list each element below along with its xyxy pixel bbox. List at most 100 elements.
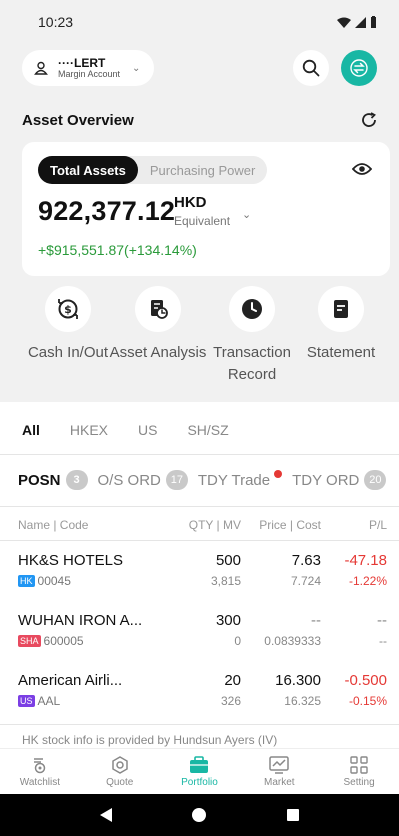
- quantity: 500: [215, 552, 241, 569]
- profit-loss-percent: -0.15%: [348, 694, 387, 708]
- market-tabs: All HKEX US SH/SZ: [22, 422, 229, 438]
- col-name-code: Name | Code: [18, 518, 89, 532]
- market-value: 0: [234, 634, 241, 648]
- market-value: 326: [220, 694, 241, 708]
- table-row[interactable]: American Airli... US AAL 20 326 16.300 1…: [0, 672, 399, 728]
- gain-value: +$915,551.87(+134.14%): [38, 242, 197, 258]
- stock-name: HK&S HOTELS: [18, 552, 124, 569]
- refresh-button[interactable]: [357, 108, 381, 132]
- equivalent-label: Equivalent: [174, 214, 231, 228]
- setting-icon: [349, 755, 369, 775]
- tab-purchasing-power[interactable]: Purchasing Power: [138, 156, 268, 184]
- asset-analysis-button[interactable]: Asset Analysis: [108, 286, 208, 364]
- stock-code: SHA 600005: [18, 634, 84, 648]
- col-pl: P/L: [368, 518, 387, 532]
- chevron-down-icon: ⌄: [132, 62, 141, 74]
- divider: [0, 454, 399, 455]
- asset-analysis-label: Asset Analysis: [109, 344, 207, 361]
- clock-icon: [229, 286, 275, 332]
- tab-sh-sz[interactable]: SH/SZ: [187, 422, 228, 438]
- currency-label[interactable]: HKD: [174, 194, 207, 211]
- nav-market[interactable]: Market: [239, 749, 319, 794]
- tab-us[interactable]: US: [138, 422, 157, 438]
- asset-card: Total Assets Purchasing Power 922,377.12…: [22, 142, 390, 276]
- profit-loss-percent: --: [379, 634, 387, 648]
- quantity: 300: [215, 612, 241, 629]
- tab-total-assets[interactable]: Total Assets: [38, 156, 138, 184]
- nav-portfolio[interactable]: Portfolio: [160, 749, 240, 794]
- account-info: ····LERT Margin Account: [58, 57, 120, 79]
- header: ····LERT Margin Account ⌄: [0, 44, 399, 92]
- tab-posn[interactable]: POSN 3: [18, 470, 88, 490]
- account-type: Margin Account: [58, 68, 121, 79]
- col-price-cost: Price | Cost: [259, 518, 321, 532]
- header-actions: [293, 50, 377, 86]
- visibility-toggle[interactable]: [351, 162, 373, 181]
- quote-icon: [110, 755, 130, 775]
- quick-actions: $ Cash In/Out Asset Analysis Transaction…: [0, 286, 399, 396]
- cost: 7.724: [290, 574, 321, 588]
- profit-loss-percent: -1.22%: [348, 574, 387, 588]
- svg-text:$: $: [64, 303, 72, 316]
- status-time: 10:23: [38, 14, 74, 30]
- home-icon[interactable]: [191, 807, 207, 823]
- user-icon: [34, 61, 48, 75]
- account-selector[interactable]: ····LERT Margin Account ⌄: [22, 50, 155, 86]
- nav-portfolio-label: Portfolio: [181, 777, 218, 788]
- search-button[interactable]: [293, 50, 329, 86]
- total-amount: 922,377.12: [38, 196, 176, 226]
- tab-tdy-trade-label: TDY Trade: [197, 471, 271, 489]
- table-row[interactable]: HK&S HOTELS HK 00045 500 3,815 7.63 7.72…: [0, 552, 399, 608]
- code-text: AAL: [37, 694, 61, 708]
- eye-icon: [351, 163, 373, 175]
- market-value: 3,815: [210, 574, 241, 588]
- code-text: 600005: [43, 634, 84, 648]
- price: --: [311, 612, 321, 629]
- nav-watchlist-label: Watchlist: [19, 777, 60, 788]
- os-ord-count-badge: 17: [165, 470, 188, 490]
- nav-quote-label: Quote: [106, 777, 134, 788]
- tab-posn-label: POSN: [18, 471, 61, 489]
- cost: 0.0839333: [264, 634, 321, 648]
- tab-hkex[interactable]: HKEX: [70, 422, 108, 438]
- tab-os-ord-label: O/S ORD: [97, 471, 161, 489]
- tab-tdy-ord-label: TDY ORD: [292, 471, 360, 489]
- recents-icon[interactable]: [286, 808, 300, 822]
- market-tag: SHA: [18, 635, 41, 647]
- document-icon: [318, 286, 364, 332]
- back-icon[interactable]: [99, 807, 113, 823]
- tab-all[interactable]: All: [22, 422, 40, 438]
- status-bar: 10:23: [0, 0, 399, 44]
- nav-setting[interactable]: Setting: [319, 749, 399, 794]
- account-name: ····LERT: [58, 55, 106, 70]
- divider: [0, 724, 399, 725]
- data-provider-notice: HK stock info is provided by Hundsun Aye…: [22, 733, 278, 747]
- divider: [0, 540, 399, 541]
- stock-name: American Airli...: [18, 672, 123, 689]
- market-tag: US: [18, 695, 35, 707]
- cash-in-out-button[interactable]: $ Cash In/Out: [18, 286, 118, 364]
- transaction-record-label: Transaction Record: [213, 344, 291, 383]
- price: 16.300: [275, 672, 321, 689]
- transaction-record-button[interactable]: Transaction Record: [202, 286, 302, 386]
- position-tabs: POSN 3 O/S ORD 17 TDY Trade TDY ORD 20: [18, 470, 396, 490]
- nav-watchlist[interactable]: Watchlist: [0, 749, 80, 794]
- table-row[interactable]: WUHAN IRON A... SHA 600005 300 0 -- 0.08…: [0, 612, 399, 668]
- swap-icon: [350, 59, 368, 77]
- market-icon: [269, 755, 290, 775]
- wifi-icon: [337, 17, 351, 28]
- tab-os-ord[interactable]: O/S ORD 17: [98, 470, 188, 490]
- currency-chevron-icon[interactable]: ⌄: [242, 208, 251, 221]
- statement-button[interactable]: Statement: [291, 286, 391, 364]
- profit-loss: -0.500: [344, 672, 387, 689]
- nav-quote[interactable]: Quote: [80, 749, 160, 794]
- tab-tdy-trade[interactable]: TDY Trade: [197, 470, 283, 489]
- stock-name: WUHAN IRON A...: [18, 612, 143, 629]
- battery-icon: [371, 16, 376, 28]
- tab-tdy-ord[interactable]: TDY ORD 20: [292, 470, 387, 490]
- col-qty-mv: QTY | MV: [188, 518, 241, 532]
- market-tag: HK: [18, 575, 35, 587]
- nav-market-label: Market: [264, 777, 295, 788]
- switch-button[interactable]: [341, 50, 377, 86]
- nav-setting-label: Setting: [343, 777, 375, 788]
